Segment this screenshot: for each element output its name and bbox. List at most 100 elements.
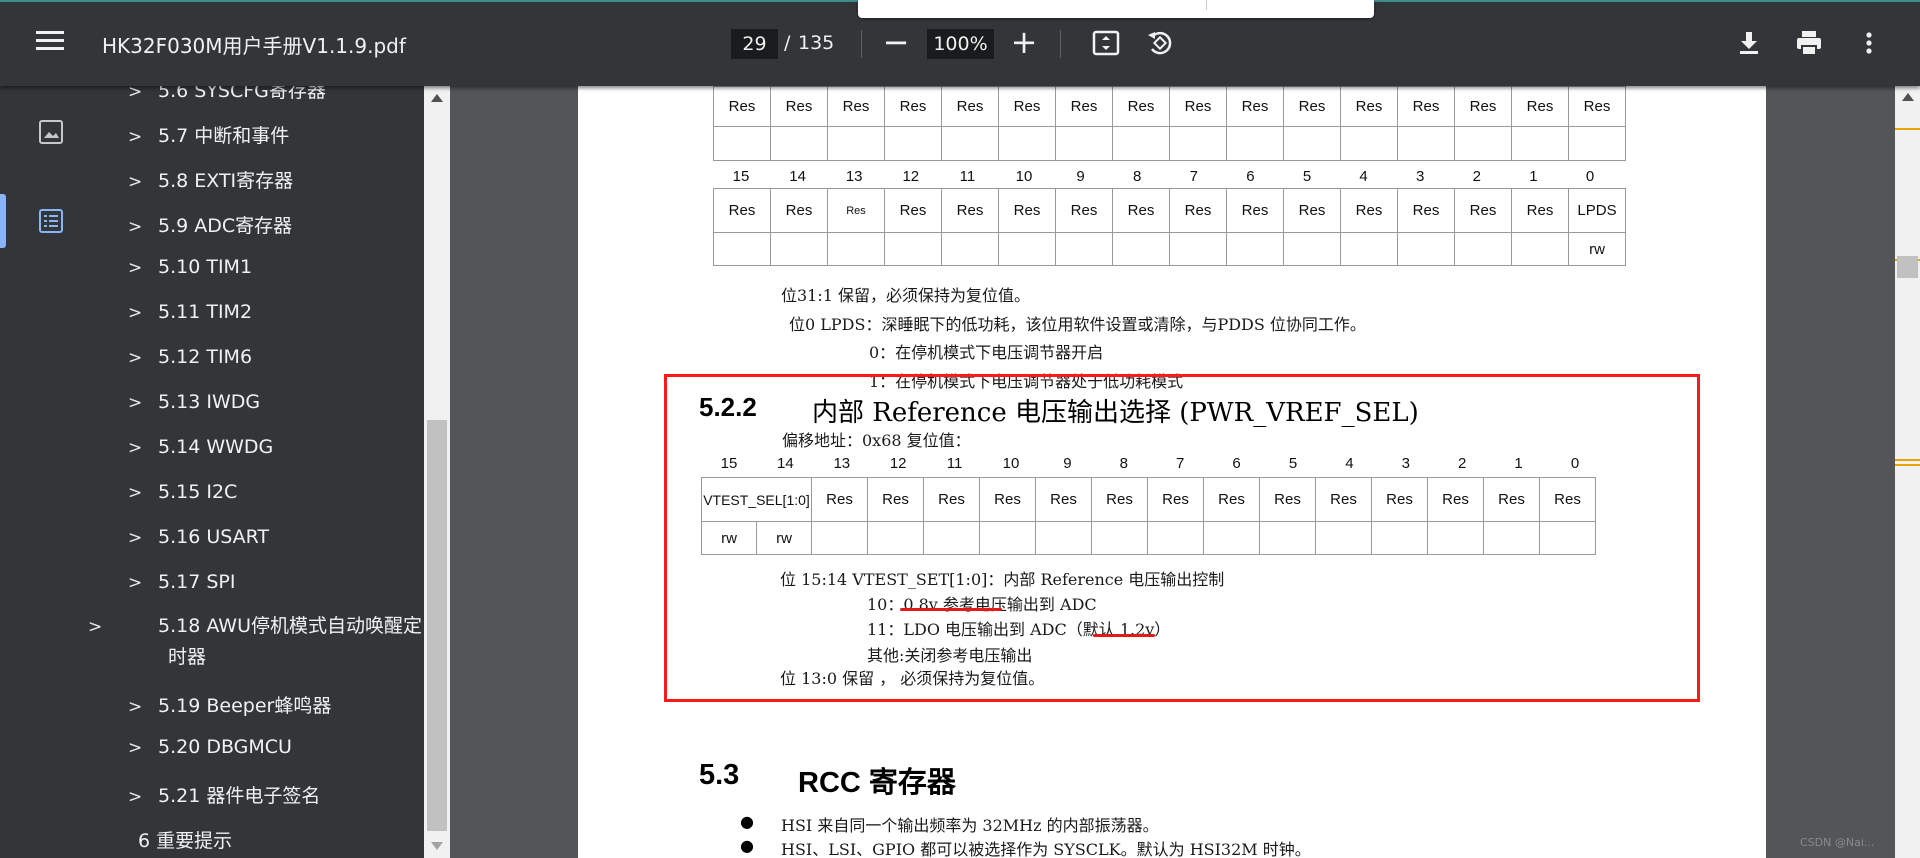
- desc-line: 位31:1 保留，必须保持为复位值。: [781, 286, 1031, 305]
- register-cell: Res: [1340, 86, 1398, 127]
- register-cell: LPDS: [1568, 188, 1626, 233]
- chevron-right-icon[interactable]: >: [128, 172, 158, 192]
- register-cell: Res: [1511, 86, 1569, 127]
- chevron-right-icon[interactable]: >: [128, 573, 158, 593]
- outline-item[interactable]: >5.7 中断和事件: [128, 121, 289, 148]
- register-cell: Res: [1511, 188, 1569, 233]
- zoom-in-button[interactable]: +: [1010, 22, 1038, 62]
- sidebar-scrollbar[interactable]: [424, 86, 450, 858]
- register-cell: [827, 232, 885, 266]
- chevron-right-icon[interactable]: >: [128, 787, 158, 807]
- chevron-right-icon[interactable]: >: [128, 393, 158, 413]
- register-cell: Res: [998, 86, 1056, 127]
- chevron-right-icon[interactable]: >: [128, 86, 158, 102]
- scroll-down-arrow-icon[interactable]: [431, 842, 443, 850]
- field-desc: 位 15:14 VTEST_SET[1:0]：内部 Reference 电压输出…: [780, 570, 1225, 589]
- chevron-right-icon[interactable]: >: [128, 348, 158, 368]
- chevron-right-icon[interactable]: >: [128, 738, 158, 758]
- register-cell: [1397, 232, 1455, 266]
- download-icon[interactable]: [1733, 27, 1765, 59]
- bit-number: 9: [1063, 455, 1072, 472]
- outline-item[interactable]: 6 重要提示: [138, 826, 232, 853]
- chevron-right-icon[interactable]: >: [128, 127, 158, 147]
- register-cell: Res: [1169, 86, 1227, 127]
- outline-item[interactable]: >5.21 器件电子签名: [128, 781, 320, 808]
- zoom-level-input[interactable]: 100%: [927, 29, 994, 59]
- chevron-right-icon[interactable]: >: [128, 528, 158, 548]
- register-cell: Res: [1055, 188, 1113, 233]
- register-cell: Res: [1397, 86, 1455, 127]
- register-cell: Res: [941, 188, 999, 233]
- chevron-right-icon[interactable]: >: [128, 258, 158, 278]
- section-number: 5.3: [699, 759, 740, 791]
- search-hit-marker: [1895, 459, 1920, 461]
- bit-number: 7: [1189, 168, 1198, 185]
- thumbnails-icon[interactable]: [36, 117, 66, 147]
- outline-item[interactable]: >5.10 TIM1: [128, 256, 252, 278]
- bit-number: 11: [959, 168, 976, 185]
- bit-number: 7: [1176, 455, 1185, 472]
- register-cell: [998, 126, 1056, 161]
- outline-icon[interactable]: [36, 206, 66, 236]
- register-cell: Res: [827, 86, 885, 127]
- register-cell: Res: [1340, 188, 1398, 233]
- register-cell: [827, 126, 885, 161]
- page-number-input[interactable]: 29: [731, 29, 778, 59]
- register-cell: [1091, 521, 1148, 555]
- bit-number: 3: [1416, 168, 1425, 185]
- outline-item[interactable]: >5.16 USART: [128, 526, 269, 548]
- chevron-right-icon[interactable]: >: [128, 438, 158, 458]
- outline-item[interactable]: >5.13 IWDG: [128, 391, 260, 413]
- bullet-text: HSI 来自同一个输出频率为 32MHz 的内部振荡器。: [781, 816, 1159, 835]
- register-cell: Res: [867, 477, 924, 522]
- register-cell: [1568, 126, 1626, 161]
- register-cell: Res: [1091, 477, 1148, 522]
- register-cell: [1055, 126, 1113, 161]
- outline-item[interactable]: >5.19 Beeper蜂鸣器: [128, 691, 331, 718]
- print-icon[interactable]: [1793, 27, 1825, 59]
- menu-icon[interactable]: [34, 27, 66, 59]
- register-cell: Res: [884, 188, 942, 233]
- register-cell: [1112, 126, 1170, 161]
- scrollbar-thumb[interactable]: [1897, 256, 1918, 278]
- register-cell: rw: [756, 521, 812, 555]
- outline-item[interactable]: >5.14 WWDG: [128, 436, 273, 458]
- register-cell: [1340, 126, 1398, 161]
- outline-item[interactable]: >5.9 ADC寄存器: [128, 211, 292, 238]
- bit-number: 3: [1401, 455, 1410, 472]
- more-options-icon[interactable]: [1853, 27, 1885, 59]
- bit-number-row: 15 14 13 12 11 10 9 8 7 6 5 4 3 2 1 0: [713, 168, 1628, 188]
- register-cell: [1483, 521, 1540, 555]
- outline-item[interactable]: >5.20 DBGMCU: [128, 736, 292, 758]
- scroll-up-arrow-icon[interactable]: [1902, 93, 1914, 101]
- register-cell: [941, 126, 999, 161]
- chevron-right-icon[interactable]: >: [128, 217, 158, 237]
- register-cell: [1169, 232, 1227, 266]
- outline-item[interactable]: >5.17 SPI: [128, 571, 235, 593]
- outline-item[interactable]: >5.11 TIM2: [128, 301, 252, 323]
- register-cell: [979, 521, 1036, 555]
- zoom-out-button[interactable]: −: [882, 22, 910, 62]
- watermark: CSDN @Nai...: [1800, 836, 1875, 849]
- scrollbar-thumb[interactable]: [427, 420, 447, 831]
- chevron-right-icon[interactable]: >: [128, 303, 158, 323]
- register-cell: [713, 232, 771, 266]
- rotate-icon[interactable]: [1144, 27, 1176, 59]
- register-cell: Res: [1112, 86, 1170, 127]
- register-cell: Res: [979, 477, 1036, 522]
- scroll-up-arrow-icon[interactable]: [431, 94, 443, 102]
- bit-number: 12: [889, 455, 907, 472]
- pdf-page: Res Res Res Res Res Res Res Res Res Res Res Res Res R…: [578, 86, 1766, 858]
- chevron-right-icon[interactable]: >: [128, 483, 158, 503]
- fit-to-page-icon[interactable]: [1090, 27, 1122, 59]
- register-table-lower: Res Res Res Res Res Res Res Res Res Res Res Res Res R…: [713, 188, 1626, 266]
- chevron-right-icon[interactable]: >: [88, 612, 158, 642]
- register-cell: Res: [1315, 477, 1372, 522]
- chevron-right-icon[interactable]: >: [128, 697, 158, 717]
- outline-item[interactable]: >5.8 EXTI寄存器: [128, 166, 293, 193]
- outline-item[interactable]: >5.12 TIM6: [128, 346, 252, 368]
- outline-item[interactable]: >5.15 I2C: [128, 481, 237, 503]
- page-scrollbar[interactable]: [1895, 86, 1920, 858]
- outline-item[interactable]: >5.6 SYSCFG寄存器: [128, 86, 326, 103]
- outline-item[interactable]: >5.18 AWU停机模式自动唤醒定时器: [88, 611, 424, 672]
